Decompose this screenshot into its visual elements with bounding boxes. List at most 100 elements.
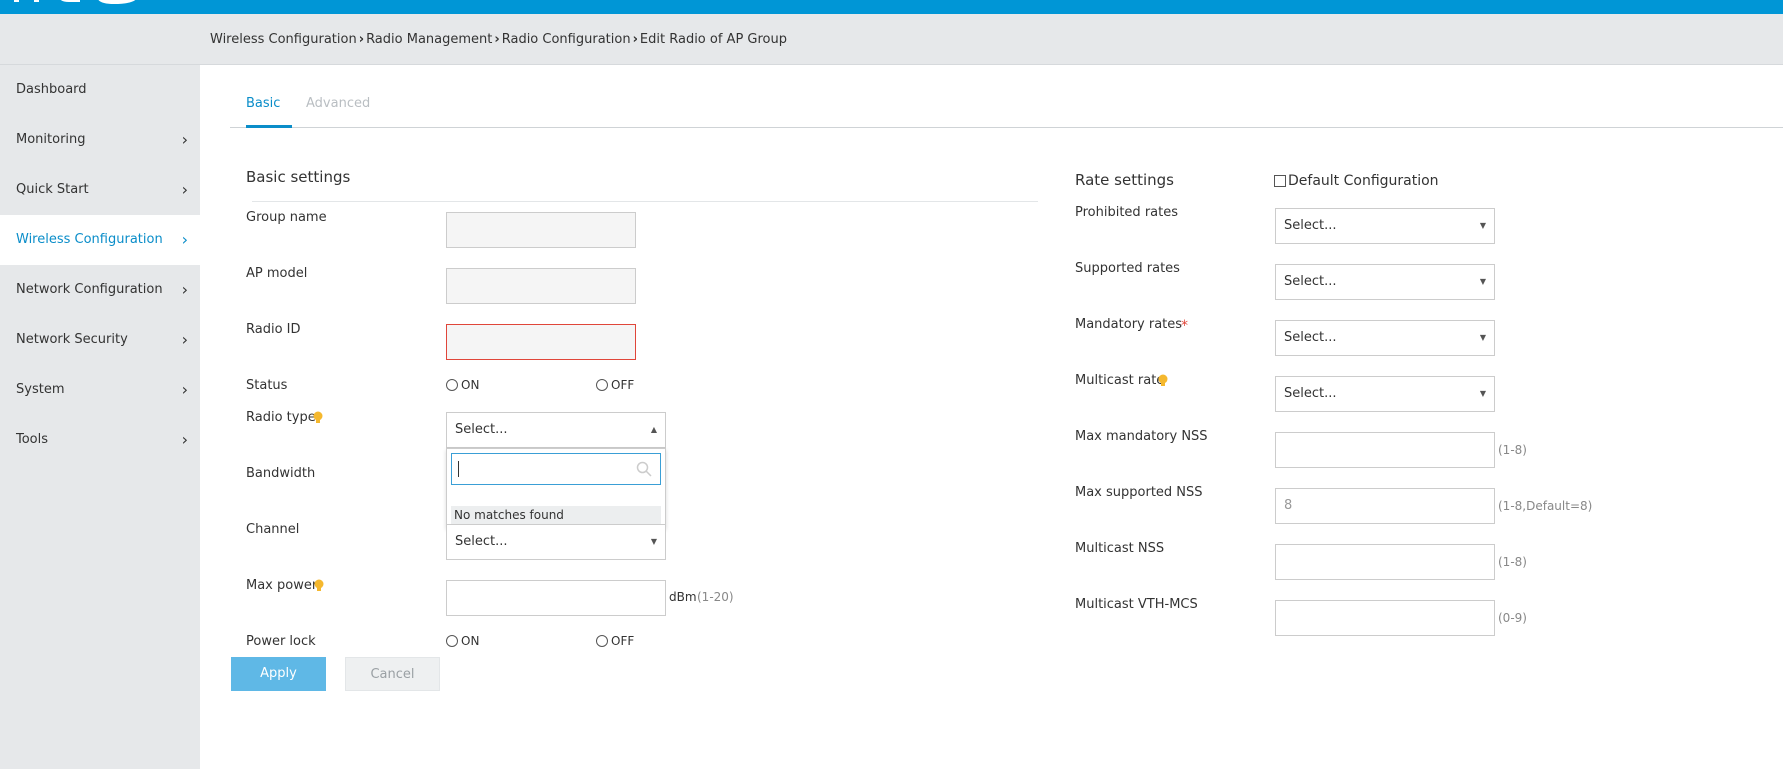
multicast-nss-label: Multicast NSS [1075,541,1165,556]
status-off-label: OFF [611,378,635,392]
breadcrumb: Wireless Configuration › Radio Managemen… [210,32,787,47]
sidebar-item-network-security[interactable]: Network Security › [0,315,200,365]
checkbox-box [1274,175,1286,187]
sidebar-item-wireless-configuration[interactable]: Wireless Configuration › [0,215,200,265]
dropdown-no-matches: No matches found [451,506,661,524]
status-on-label: ON [461,378,480,392]
chevron-right-icon: › [181,180,188,199]
breadcrumb-bar: Wireless Configuration › Radio Managemen… [0,14,1783,65]
power-lock-on-label: ON [461,634,480,648]
sidebar-item-system[interactable]: System › [0,365,200,415]
sidebar-item-label: System [16,382,65,397]
supported-rates-label: Supported rates [1075,261,1180,276]
power-lock-label: Power lock [246,634,316,649]
power-lock-on-radio[interactable]: ON [446,634,479,648]
chevron-right-icon: › [181,330,188,349]
tab-label: Basic [246,96,281,111]
chevron-right-icon: › [494,32,500,47]
chevron-right-icon: › [181,280,188,299]
sidebar-item-monitoring[interactable]: Monitoring › [0,115,200,165]
default-configuration-checkbox[interactable]: Default Configuration [1274,173,1439,189]
max-supported-nss-value: 8 [1284,498,1293,513]
sidebar-item-network-configuration[interactable]: Network Configuration › [0,265,200,315]
supported-rates-value: Select... [1284,274,1337,289]
tab-basic[interactable]: Basic [246,91,292,128]
breadcrumb-item-radio-configuration[interactable]: Radio Configuration [502,32,631,47]
sidebar-item-quick-start[interactable]: Quick Start › [0,165,200,215]
multicast-vth-mcs-hint: (0-9) [1498,611,1527,625]
caret-down-icon: ▼ [1479,277,1486,286]
default-configuration-label: Default Configuration [1288,173,1439,189]
radio-circle [446,635,458,647]
radio-circle [446,379,458,391]
supported-rates-select[interactable]: Select... ▼ [1275,264,1495,300]
chevron-right-icon: › [181,130,188,149]
sidebar-item-label: Wireless Configuration [16,232,163,247]
lightbulb-icon[interactable] [313,411,323,425]
caret-up-icon: ▲ [650,425,657,434]
multicast-nss-hint: (1-8) [1498,555,1527,569]
required-indicator: * [1181,318,1188,334]
power-lock-off-radio[interactable]: OFF [596,634,634,648]
max-power-input[interactable] [446,580,666,616]
tab-label: Advanced [306,96,371,111]
max-power-unit: dBm [669,590,697,604]
lightbulb-icon[interactable] [1158,374,1168,388]
multicast-rate-label: Multicast rate [1075,373,1165,388]
lightbulb-icon[interactable] [314,579,324,593]
dropdown-search-input[interactable] [451,453,661,485]
radio-id-input[interactable] [446,324,636,360]
logo-icon [14,0,136,4]
max-power-label: Max power [246,578,318,593]
sidebar-item-label: Network Security [16,332,128,347]
chevron-right-icon: › [181,380,188,399]
max-supported-nss-input[interactable]: 8 [1275,488,1495,524]
tab-advanced[interactable]: Advanced [306,91,376,128]
prohibited-rates-select[interactable]: Select... ▼ [1275,208,1495,244]
radio-type-dropdown: No matches found [446,448,666,528]
cancel-button[interactable]: Cancel [345,657,440,691]
sidebar-item-label: Monitoring [16,132,86,147]
status-off-radio[interactable]: OFF [596,378,634,392]
channel-label: Channel [246,522,300,537]
sidebar-item-label: Network Configuration [16,282,163,297]
multicast-rate-select[interactable]: Select... ▼ [1275,376,1495,412]
rate-settings-title: Rate settings [1075,171,1174,189]
breadcrumb-item-wireless-configuration[interactable]: Wireless Configuration [210,32,357,47]
multicast-vth-mcs-input[interactable] [1275,600,1495,636]
max-mandatory-nss-input[interactable] [1275,432,1495,468]
chevron-right-icon: › [181,230,188,249]
sidebar-item-dashboard[interactable]: Dashboard [0,65,200,115]
sidebar-item-tools[interactable]: Tools › [0,415,200,465]
group-name-input[interactable] [446,212,636,248]
chevron-right-icon: › [358,32,365,47]
caret-down-icon: ▼ [1479,389,1486,398]
caret-down-icon: ▼ [1479,333,1486,342]
search-icon [636,461,652,477]
radio-type-label: Radio type [246,410,316,425]
radio-id-label: Radio ID [246,322,301,337]
caret-down-icon: ▼ [1479,221,1486,230]
basic-settings-title: Basic settings [246,168,351,186]
mandatory-rates-select[interactable]: Select... ▼ [1275,320,1495,356]
sidebar-item-label: Quick Start [16,182,89,197]
sidebar: Dashboard Monitoring › Quick Start › Wir… [0,65,200,769]
caret-down-icon: ▼ [650,537,657,546]
radio-type-value: Select... [455,422,508,437]
breadcrumb-item-edit-radio: Edit Radio of AP Group [639,32,787,47]
radio-circle [596,635,608,647]
radio-type-select[interactable]: Select... ▲ [446,412,666,448]
ap-model-input[interactable] [446,268,636,304]
channel-select[interactable]: Select... ▼ [446,524,666,560]
apply-button[interactable]: Apply [231,657,326,691]
mandatory-rates-label: Mandatory rates [1075,317,1183,332]
status-on-radio[interactable]: ON [446,378,479,392]
text-cursor [458,461,459,477]
max-supported-nss-label: Max supported NSS [1075,485,1203,500]
chevron-right-icon: › [181,430,188,449]
multicast-nss-input[interactable] [1275,544,1495,580]
max-power-range-hint: (1-20) [697,590,734,604]
prohibited-rates-value: Select... [1284,218,1337,233]
mandatory-rates-value: Select... [1284,330,1337,345]
breadcrumb-item-radio-management[interactable]: Radio Management [366,32,492,47]
